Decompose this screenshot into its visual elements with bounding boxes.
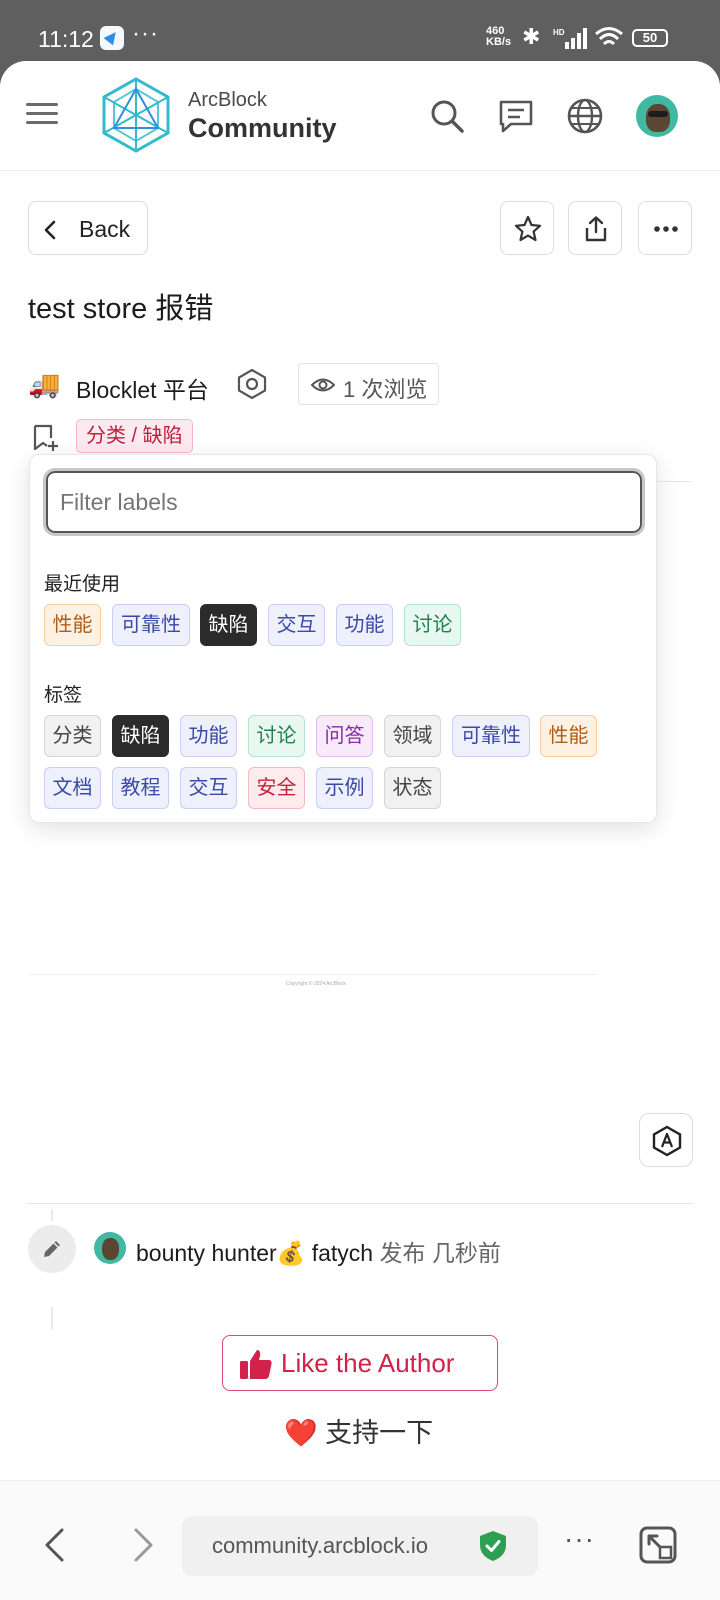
label-chip-recent[interactable]: 缺陷 xyxy=(200,604,257,646)
label-chip[interactable]: 文档 xyxy=(44,767,101,809)
category-emoji: 🚚 xyxy=(28,369,61,399)
chat-icon[interactable] xyxy=(497,97,535,135)
label-chip[interactable]: 示例 xyxy=(316,767,373,809)
browser-tabs-icon[interactable] xyxy=(638,1525,678,1565)
bluetooth-icon: ✱ xyxy=(522,24,541,49)
view-count-badge: 1 次浏览 xyxy=(298,363,439,405)
battery-icon: 50 xyxy=(632,29,668,47)
verified-shield-icon xyxy=(480,1531,506,1561)
blocklet-hex-icon xyxy=(237,368,267,400)
heart-icon: ❤️ xyxy=(284,1418,318,1448)
filter-labels-input[interactable] xyxy=(43,468,645,536)
content-footer-line xyxy=(30,974,598,975)
brand-name-top: ArcBlock xyxy=(188,89,267,111)
label-chip-recent[interactable]: 性能 xyxy=(44,604,101,646)
activity-text: bounty hunter💰 fatych 发布 几秒前 xyxy=(136,1234,501,1268)
a-hexagon-icon xyxy=(652,1125,682,1157)
star-icon xyxy=(514,215,542,242)
avatar[interactable] xyxy=(636,95,678,137)
label-chip[interactable]: 状态 xyxy=(384,767,441,809)
support-label: 支持一下 xyxy=(325,1418,434,1448)
ai-assistant-button[interactable] xyxy=(639,1113,693,1167)
wifi-icon xyxy=(595,27,623,46)
activity-action: 发布 几秒前 xyxy=(379,1240,501,1266)
label-picker-popover: 最近使用 性能 可靠性 缺陷 交互 功能 讨论 标签 分类 缺陷 功能 讨论 问… xyxy=(29,454,657,823)
brand-name-bottom: Community xyxy=(188,113,337,143)
label-chip[interactable]: 问答 xyxy=(316,715,373,757)
share-icon xyxy=(585,216,607,242)
activity-user[interactable]: bounty hunter💰 fatych xyxy=(136,1240,373,1266)
label-chip[interactable]: 领域 xyxy=(384,715,441,757)
address-bar[interactable]: community.arcblock.io xyxy=(182,1516,538,1576)
support-text[interactable]: ❤️ 支持一下 xyxy=(284,1411,433,1450)
category-link[interactable]: Blocklet 平台 xyxy=(76,371,209,405)
label-chip[interactable]: 功能 xyxy=(180,715,237,757)
label-chip[interactable]: 性能 xyxy=(540,715,597,757)
label-chip[interactable]: 教程 xyxy=(112,767,169,809)
pencil-icon xyxy=(44,1241,60,1257)
back-label: Back xyxy=(79,216,131,242)
post-title: test store 报错 xyxy=(28,293,214,325)
globe-icon[interactable] xyxy=(566,97,604,135)
chevron-left-icon xyxy=(44,220,56,240)
address-url: community.arcblock.io xyxy=(212,1533,428,1558)
more-button[interactable] xyxy=(638,201,692,255)
add-label-icon[interactable] xyxy=(32,423,60,453)
svg-text:HD: HD xyxy=(553,28,565,37)
edit-event-marker xyxy=(28,1225,76,1273)
labels-section-title: 标签 xyxy=(44,685,83,706)
status-time: 11:12 xyxy=(38,26,94,52)
favorite-button[interactable] xyxy=(500,201,554,255)
current-label-chip[interactable]: 分类 / 缺陷 xyxy=(76,419,193,453)
thumbs-up-icon xyxy=(240,1350,272,1379)
label-chip-recent[interactable]: 功能 xyxy=(336,604,393,646)
search-icon[interactable] xyxy=(428,97,466,135)
signal-icon: HD xyxy=(553,28,587,49)
avatar[interactable] xyxy=(94,1232,126,1264)
arcblock-logo[interactable] xyxy=(100,75,172,155)
back-button[interactable]: Back xyxy=(28,201,148,255)
recent-section-title: 最近使用 xyxy=(44,574,121,595)
browser-forward-icon[interactable] xyxy=(132,1527,156,1563)
share-button[interactable] xyxy=(568,201,622,255)
label-chip[interactable]: 安全 xyxy=(248,767,305,809)
copyright-text: Copyright © 2024 ArcBlock xyxy=(286,981,346,987)
speed-unit: KB/s xyxy=(486,36,512,48)
browser-back-icon[interactable] xyxy=(42,1527,66,1563)
eye-icon xyxy=(311,378,335,392)
view-count: 1 次浏览 xyxy=(343,377,428,402)
label-chip[interactable]: 分类 xyxy=(44,715,101,757)
like-author-button[interactable]: Like the Author xyxy=(222,1335,498,1391)
app-header: ArcBlock Community xyxy=(0,61,720,171)
label-chip-recent[interactable]: 交互 xyxy=(268,604,325,646)
more-icon xyxy=(654,226,678,232)
status-more-dots: ··· xyxy=(132,20,159,47)
telegram-icon xyxy=(100,26,124,50)
label-chip-recent[interactable]: 可靠性 xyxy=(112,604,190,646)
status-bar: 11:12 ··· 460 KB/s ✱ HD 50 xyxy=(0,0,720,64)
label-chip[interactable]: 可靠性 xyxy=(452,715,530,757)
page-sheet: ArcBlock Community Back test store 报错 🚚 … xyxy=(0,61,720,1600)
browser-toolbar: community.arcblock.io ··· xyxy=(0,1480,720,1600)
label-chip-recent[interactable]: 讨论 xyxy=(404,604,461,646)
label-chip[interactable]: 缺陷 xyxy=(112,715,169,757)
label-chip[interactable]: 讨论 xyxy=(248,715,305,757)
network-speed: 460 KB/s xyxy=(486,26,511,48)
divider xyxy=(28,1203,692,1204)
browser-more-icon[interactable]: ··· xyxy=(564,1523,595,1555)
menu-icon[interactable] xyxy=(26,103,58,127)
like-label: Like the Author xyxy=(281,1348,455,1378)
label-chip[interactable]: 交互 xyxy=(180,767,237,809)
